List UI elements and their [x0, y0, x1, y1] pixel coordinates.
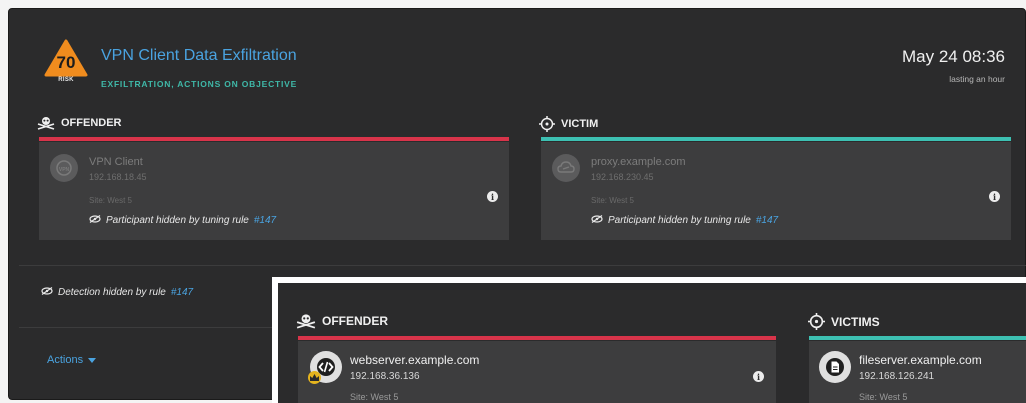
overlay-victims-bar: [809, 336, 1026, 340]
offender-site: Site: West 5: [89, 196, 132, 205]
overlay-offender-ip: 192.168.36.136: [350, 371, 420, 382]
offender-hidden-text: Participant hidden by tuning rule: [106, 215, 249, 226]
offender-card[interactable]: VPN VPN Client 192.168.18.45 Site: West …: [39, 142, 509, 240]
page-background: 70 RISK VPN Client Data Exfiltration EXF…: [0, 0, 1026, 403]
skull-crossbones-icon: [296, 313, 316, 329]
offender-bar: [39, 137, 509, 141]
victim-rule-link[interactable]: #147: [756, 215, 778, 226]
offender-hidden-note: Participant hidden by tuning rule #147: [89, 215, 276, 226]
victim-heading-label: VICTIM: [561, 118, 599, 130]
offender-heading-label: OFFENDER: [61, 117, 122, 129]
crown-icon: [308, 371, 321, 384]
skull-crossbones-icon: [37, 116, 55, 130]
offender-rule-link[interactable]: #147: [254, 215, 276, 226]
caret-down-icon: [88, 354, 97, 366]
section-divider: [19, 265, 1026, 266]
overlay-inner: OFFENDER webserver.example.com 192.168.3…: [278, 283, 1026, 403]
overlay-offender-bar: [298, 336, 776, 340]
overlay-offender-card[interactable]: webserver.example.com 192.168.36.136 Sit…: [298, 341, 776, 403]
detection-title[interactable]: VPN Client Data Exfiltration: [101, 47, 297, 65]
detection-rule-link[interactable]: #147: [171, 287, 193, 298]
svg-text:VPN: VPN: [59, 167, 70, 173]
detection-hidden-text: Detection hidden by rule: [58, 287, 166, 298]
victim-hidden-text: Participant hidden by tuning rule: [608, 215, 751, 226]
vpn-icon: VPN: [50, 154, 78, 182]
detection-date: May 24 08:36: [901, 47, 1005, 66]
victim-site: Site: West 5: [591, 196, 634, 205]
detection-categories: EXFILTRATION, ACTIONS ON OBJECTIVE: [101, 79, 298, 89]
victim-heading: VICTIM: [539, 116, 598, 132]
risk-label: RISK: [58, 77, 74, 83]
risk-badge: 70 RISK: [44, 39, 88, 91]
victim-bar: [541, 137, 1011, 141]
eye-slash-icon: [591, 215, 603, 226]
crosshair-icon: [808, 313, 825, 330]
actions-dropdown-button[interactable]: Actions: [47, 354, 97, 366]
overlay-offender-heading: OFFENDER: [296, 313, 388, 329]
overlay-offender-site: Site: West 5: [350, 392, 399, 402]
victim-hidden-note: Participant hidden by tuning rule #147: [591, 215, 778, 226]
overlay-victim-ip: 192.168.126.241: [859, 371, 935, 382]
offender-name: VPN Client: [89, 156, 143, 168]
file-icon: [819, 351, 851, 383]
victim-ip: 192.168.230.45: [591, 172, 654, 182]
offender-heading: OFFENDER: [37, 116, 122, 130]
overlay-victim-card[interactable]: fileserver.example.com 192.168.126.241 S…: [809, 341, 1026, 403]
cloud-link-icon: [552, 154, 580, 182]
risk-score: 70: [56, 53, 76, 72]
overlay-victims-heading-label: VICTIMS: [831, 314, 880, 329]
detection-duration: lasting an hour: [949, 74, 1005, 84]
offender-ip: 192.168.18.45: [89, 172, 147, 182]
overlay-victims-heading: VICTIMS: [808, 313, 880, 330]
overlay-panel: OFFENDER webserver.example.com 192.168.3…: [272, 277, 1026, 403]
info-icon[interactable]: i: [989, 191, 1000, 202]
section-divider: [19, 327, 283, 328]
crosshair-icon: [539, 116, 555, 132]
info-icon[interactable]: i: [753, 371, 764, 382]
info-icon[interactable]: i: [487, 191, 498, 202]
eye-slash-icon: [89, 215, 101, 226]
actions-label: Actions: [47, 354, 84, 366]
detection-hidden-note: Detection hidden by rule #147: [41, 287, 193, 298]
victim-name: proxy.example.com: [591, 156, 686, 168]
overlay-victim-name: fileserver.example.com: [859, 353, 982, 367]
overlay-offender-heading-label: OFFENDER: [322, 314, 388, 328]
overlay-victim-site: Site: West 5: [859, 392, 908, 402]
eye-slash-icon: [41, 287, 53, 298]
victim-card[interactable]: proxy.example.com 192.168.230.45 Site: W…: [541, 142, 1011, 240]
overlay-offender-name: webserver.example.com: [350, 353, 480, 367]
